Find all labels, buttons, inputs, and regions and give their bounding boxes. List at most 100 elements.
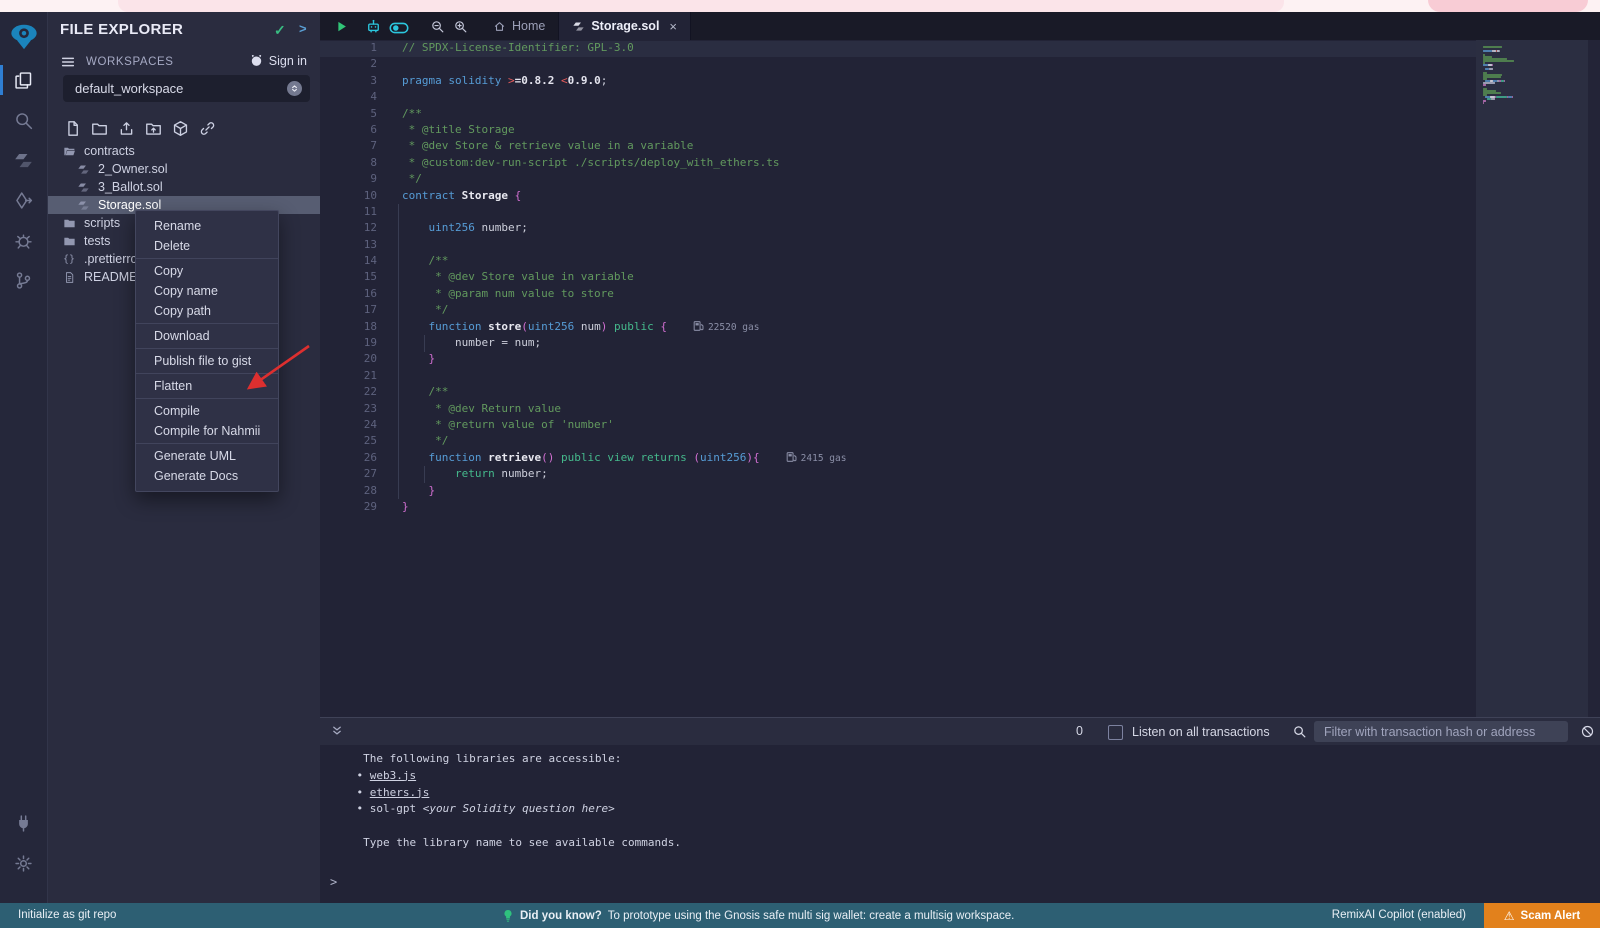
terminal-line: Type the library name to see available c… — [320, 836, 1600, 853]
init-git-repo-button[interactable]: Initialize as git repo — [18, 909, 116, 921]
upload-folder-icon[interactable] — [144, 119, 163, 138]
code-line-10[interactable]: contract Storage { — [402, 189, 846, 205]
context-menu-item-copy-path[interactable]: Copy path — [136, 301, 278, 321]
tree-item-3-ballot-sol[interactable]: 3_Ballot.sol — [48, 178, 320, 196]
link-icon[interactable] — [198, 119, 217, 138]
deploy-run-icon[interactable] — [0, 180, 47, 220]
tree-item-2-owner-sol[interactable]: 2_Owner.sol — [48, 160, 320, 178]
code-line-27[interactable]: return number; — [402, 467, 846, 483]
terminal-prompt[interactable]: > — [330, 875, 337, 889]
code-line-7[interactable]: * @dev Store & retrieve value in a varia… — [402, 139, 846, 155]
context-menu-item-generate-docs[interactable]: Generate Docs — [136, 466, 278, 486]
terminal-link-ethers.js[interactable]: ethers.js — [370, 786, 430, 799]
listen-transactions-label: Listen on all transactions — [1132, 725, 1270, 739]
code-line-17[interactable]: */ — [402, 303, 846, 319]
terminal-link-web3.js[interactable]: web3.js — [370, 769, 416, 782]
code-line-25[interactable]: */ — [402, 434, 846, 450]
code-line-28[interactable]: } — [402, 484, 846, 500]
sign-in-button[interactable]: Sign in — [249, 53, 307, 68]
tab-home[interactable]: Home — [480, 12, 558, 40]
code-line-8[interactable]: * @custom:dev-run-script ./scripts/deplo… — [402, 156, 846, 172]
code-line-6[interactable]: * @title Storage — [402, 123, 846, 139]
new-file-icon[interactable] — [63, 119, 82, 138]
close-tab-icon[interactable]: × — [669, 19, 677, 34]
code-line-13[interactable] — [402, 238, 846, 254]
copilot-toggle-switch[interactable] — [388, 17, 410, 35]
remix-logo-icon[interactable] — [0, 12, 47, 60]
transaction-filter-input[interactable] — [1314, 721, 1568, 742]
tab-storage-sol[interactable]: Storage.sol × — [558, 12, 691, 40]
code-line-9[interactable]: */ — [402, 172, 846, 188]
context-menu-item-delete[interactable]: Delete — [136, 236, 278, 256]
expand-terminal-icon[interactable] — [330, 724, 344, 738]
check-icon[interactable]: ✓ — [274, 22, 286, 39]
new-folder-icon[interactable] — [90, 119, 109, 138]
code-line-12[interactable]: uint256 number; — [402, 221, 846, 237]
code-line-5[interactable]: /** — [402, 107, 846, 123]
search-icon — [1292, 724, 1307, 739]
workspaces-row: WORKSPACES Sign in — [60, 53, 307, 71]
scam-alert-button[interactable]: ⚠ Scam Alert — [1484, 903, 1600, 928]
code-line-3[interactable]: pragma solidity >=0.8.2 <0.9.0; — [402, 74, 846, 90]
chevron-right-icon[interactable]: > — [299, 21, 307, 36]
code-line-24[interactable]: * @return value of 'number' — [402, 418, 846, 434]
listen-transactions-checkbox[interactable] — [1108, 725, 1123, 740]
browser-chrome-rect — [118, 0, 1284, 12]
line-number: 7 — [320, 139, 377, 155]
github-icon — [249, 53, 264, 68]
line-number: 15 — [320, 270, 377, 286]
line-number: 20 — [320, 352, 377, 368]
code-line-18[interactable]: function store(uint256 num) public {2252… — [402, 320, 846, 336]
plugin-manager-icon[interactable] — [0, 803, 47, 843]
code-line-29[interactable]: } — [402, 500, 846, 516]
terminal-output-area[interactable]: The following libraries are accessible: … — [320, 745, 1600, 903]
ai-copilot-robot-icon[interactable] — [364, 17, 383, 36]
workspace-select[interactable]: default_workspace — [63, 75, 310, 102]
gas-estimate-badge: 2415 gas — [786, 453, 847, 464]
context-menu-item-copy-name[interactable]: Copy name — [136, 281, 278, 301]
run-script-button[interactable] — [334, 19, 349, 34]
zoom-in-icon[interactable] — [453, 19, 468, 34]
settings-icon[interactable] — [0, 843, 47, 883]
menu-divider — [136, 443, 278, 444]
code-line-23[interactable]: * @dev Return value — [402, 402, 846, 418]
minimap[interactable] — [1476, 40, 1588, 717]
copilot-status[interactable]: RemixAI Copilot (enabled) — [1332, 909, 1466, 921]
workspace-select-arrows-icon[interactable] — [287, 81, 302, 96]
context-menu-item-compile[interactable]: Compile — [136, 401, 278, 421]
solidity-compiler-icon[interactable] — [0, 140, 47, 180]
editor-scrollbar[interactable] — [1588, 40, 1600, 717]
context-menu-item-compile-for-nahmii[interactable]: Compile for Nahmii — [136, 421, 278, 441]
code-line-19[interactable]: number = num; — [402, 336, 846, 352]
code-line-26[interactable]: function retrieve() public view returns … — [402, 451, 846, 467]
upload-file-icon[interactable] — [117, 119, 136, 138]
folder-icon — [62, 216, 76, 230]
code-line-15[interactable]: * @dev Store value in variable — [402, 270, 846, 286]
line-number: 4 — [320, 90, 377, 106]
code-content[interactable]: // SPDX-License-Identifier: GPL-3.0 pragm… — [402, 41, 846, 516]
code-line-22[interactable]: /** — [402, 385, 846, 401]
zoom-out-icon[interactable] — [430, 19, 445, 34]
code-line-4[interactable] — [402, 90, 846, 106]
hamburger-menu-icon[interactable] — [60, 54, 76, 70]
debugger-icon[interactable] — [0, 220, 47, 260]
line-number: 22 — [320, 385, 377, 401]
clear-console-icon[interactable] — [1580, 724, 1595, 739]
context-menu-item-copy[interactable]: Copy — [136, 261, 278, 281]
search-icon[interactable] — [0, 100, 47, 140]
code-line-20[interactable]: } — [402, 352, 846, 368]
code-line-1[interactable]: // SPDX-License-Identifier: GPL-3.0 — [402, 41, 846, 57]
code-line-16[interactable]: * @param num value to store — [402, 287, 846, 303]
terminal-line: The following libraries are accessible: — [320, 752, 1600, 769]
context-menu-item-generate-uml[interactable]: Generate UML — [136, 446, 278, 466]
code-line-2[interactable] — [402, 57, 846, 73]
context-menu-item-rename[interactable]: Rename — [136, 216, 278, 236]
tree-item-contracts[interactable]: contracts — [48, 142, 320, 160]
code-line-14[interactable]: /** — [402, 254, 846, 270]
git-icon[interactable] — [0, 260, 47, 300]
file-explorer-icon[interactable] — [0, 60, 47, 100]
code-line-21[interactable] — [402, 369, 846, 385]
cube-icon[interactable] — [171, 119, 190, 138]
code-line-11[interactable] — [402, 205, 846, 221]
line-number: 26 — [320, 451, 377, 467]
